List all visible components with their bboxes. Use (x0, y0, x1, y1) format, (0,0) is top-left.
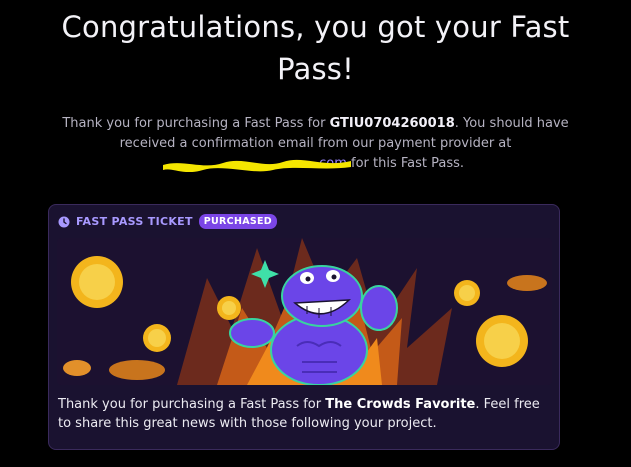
project-name: The Crowds Favorite (325, 397, 476, 412)
clock-icon (58, 216, 70, 227)
message-text-start: Thank you for purchasing a Fast Pass for (62, 116, 330, 131)
fast-pass-ticket-card: FAST PASS TICKET PURCHASED Thank you for… (48, 204, 560, 450)
purchased-badge: PURCHASED (198, 214, 277, 229)
ticket-header: FAST PASS TICKET PURCHASED (58, 214, 277, 229)
ticket-description: Thank you for purchasing a Fast Pass for… (58, 395, 552, 433)
confirmation-message: Thank you for purchasing a Fast Pass for… (40, 114, 591, 174)
fast-pass-code: GTIU0704260018 (329, 116, 455, 131)
email-address: .com (162, 154, 351, 174)
fast-pass-illustration (57, 238, 552, 385)
ticket-label: FAST PASS TICKET (76, 215, 193, 228)
ticket-text-start: Thank you for purchasing a Fast Pass for (58, 397, 326, 412)
message-text-end: for this Fast Pass. (346, 156, 465, 171)
page-title: Congratulations, you got your Fast Pass! (61, 10, 570, 86)
redaction-scribble (162, 159, 351, 172)
